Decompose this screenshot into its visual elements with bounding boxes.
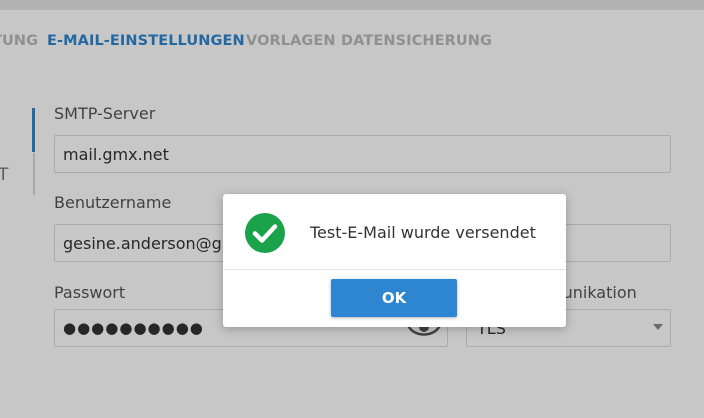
dialog-divider xyxy=(223,269,566,270)
dialog-message: Test-E-Mail wurde versendet xyxy=(310,223,536,242)
ok-button[interactable]: OK xyxy=(331,279,457,317)
check-circle-icon xyxy=(245,213,285,253)
dialog-content: Test-E-Mail wurde versendet xyxy=(223,194,566,270)
success-dialog: Test-E-Mail wurde versendet OK xyxy=(223,194,566,327)
